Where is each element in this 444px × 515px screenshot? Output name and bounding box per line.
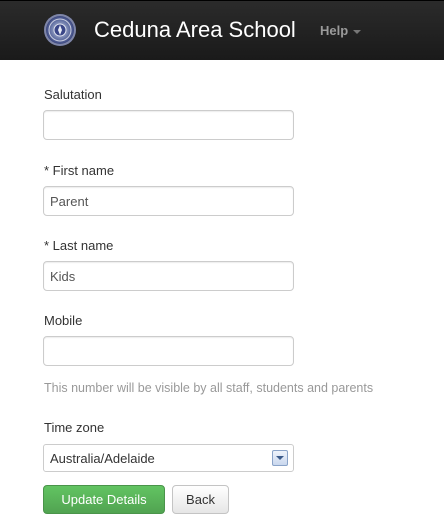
school-logo-icon[interactable] [44,14,76,46]
update-details-button[interactable]: Update Details [43,485,165,514]
mobile-label: Mobile [44,313,83,328]
first-name-input[interactable] [43,186,294,216]
top-navbar: Ceduna Area School Help [0,0,444,60]
dropdown-arrow-icon[interactable] [272,450,288,466]
last-name-input[interactable] [43,261,294,291]
mobile-help-text: This number will be visible by all staff… [44,381,374,395]
time-zone-selected-value: Australia/Adelaide [50,451,155,466]
help-menu[interactable]: Help [320,23,362,39]
salutation-label: Salutation [44,87,102,102]
back-button[interactable]: Back [172,485,229,514]
last-name-label: * Last name [44,238,114,253]
first-name-label: * First name [44,163,115,178]
salutation-input[interactable] [43,110,294,140]
caret-down-icon [353,29,362,34]
time-zone-select[interactable]: Australia/Adelaide [43,444,294,472]
help-menu-label: Help [320,23,349,38]
mobile-input[interactable] [43,336,294,366]
brand-title[interactable]: Ceduna Area School [94,17,296,43]
time-zone-label: Time zone [44,420,105,435]
